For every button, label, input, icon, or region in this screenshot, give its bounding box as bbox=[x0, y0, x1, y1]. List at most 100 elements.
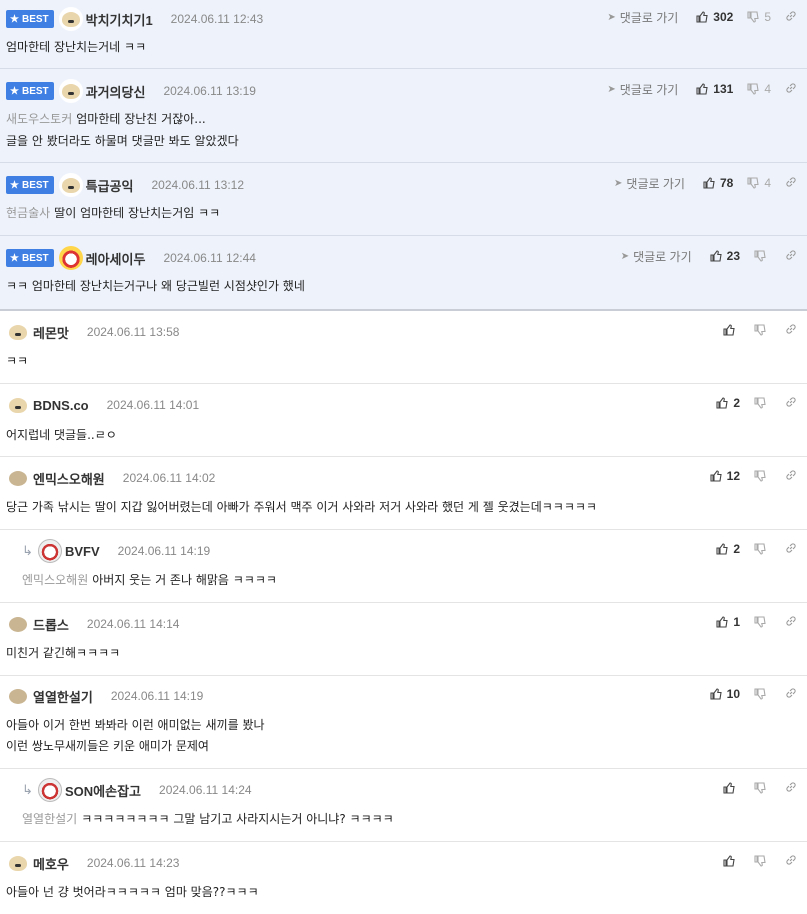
downvote-button[interactable] bbox=[754, 324, 771, 336]
comment-date: 2024.06.11 13:58 bbox=[86, 325, 180, 339]
go-to-reply-link[interactable]: ➤ 댓글로 가기 bbox=[607, 81, 678, 98]
nickname[interactable]: 특급공익 bbox=[86, 176, 134, 195]
downvote-button[interactable]: 4 bbox=[747, 82, 771, 96]
avatar[interactable] bbox=[6, 851, 30, 875]
comment-date: 2024.06.11 14:24 bbox=[159, 783, 252, 797]
upvote-button[interactable]: 131 bbox=[696, 82, 733, 96]
upvote-button[interactable]: 23 bbox=[710, 249, 740, 263]
mention-tag[interactable]: 새도우스토커 bbox=[6, 112, 72, 126]
nickname[interactable]: 레아세이두 bbox=[86, 249, 146, 268]
upvote-button[interactable]: 2 bbox=[716, 396, 740, 410]
upvote-button[interactable]: 10 bbox=[710, 687, 740, 701]
link-icon[interactable] bbox=[785, 82, 797, 97]
thumbs-up-icon bbox=[696, 83, 708, 95]
go-to-reply-link[interactable]: ➤ 댓글로 가기 bbox=[621, 248, 692, 265]
thumbs-up-icon bbox=[723, 324, 735, 336]
downvote-button[interactable] bbox=[754, 855, 771, 867]
upvote-button[interactable] bbox=[723, 855, 740, 867]
downvote-button[interactable]: 5 bbox=[747, 10, 771, 24]
link-icon[interactable] bbox=[785, 469, 797, 484]
upvote-button[interactable]: 12 bbox=[710, 469, 740, 483]
link-icon[interactable] bbox=[785, 323, 797, 338]
downvote-button[interactable] bbox=[754, 688, 771, 700]
avatar[interactable] bbox=[38, 539, 62, 563]
nickname[interactable]: 엔믹스오해원 bbox=[33, 469, 105, 488]
comment-text: 아들아 넌 걍 벗어라ㅋㅋㅋㅋㅋ 엄마 맞음??ㅋㅋㅋ bbox=[6, 885, 259, 899]
downvote-button[interactable] bbox=[754, 397, 771, 409]
comment-date: 2024.06.11 14:19 bbox=[110, 689, 204, 703]
thumbs-down-icon bbox=[747, 83, 759, 95]
avatar[interactable] bbox=[38, 778, 62, 802]
link-icon[interactable] bbox=[785, 781, 797, 796]
upvote-button[interactable] bbox=[723, 324, 740, 336]
mention-tag[interactable]: 열열한설기 bbox=[22, 812, 77, 826]
comment: 열열한설기 2024.06.11 14:19 10 아들아 이거 한번 봐봐라 … bbox=[0, 676, 807, 769]
avatar[interactable] bbox=[58, 7, 83, 31]
avatar[interactable] bbox=[58, 173, 83, 197]
downvote-button[interactable] bbox=[754, 616, 771, 628]
best-badge: ★ BEST bbox=[6, 176, 54, 194]
thumbs-up-icon bbox=[710, 470, 722, 482]
link-icon[interactable] bbox=[785, 396, 797, 411]
link-icon[interactable] bbox=[785, 615, 797, 630]
upvote-button[interactable]: 1 bbox=[716, 615, 740, 629]
link-icon[interactable] bbox=[785, 687, 797, 702]
comment-text-line2: 이런 쌍노무새끼들은 키운 애미가 문제여 bbox=[6, 739, 209, 753]
comment-date: 2024.06.11 14:01 bbox=[106, 398, 200, 412]
avatar[interactable] bbox=[6, 466, 30, 490]
downvote-button[interactable] bbox=[754, 543, 771, 555]
thumbs-down-icon bbox=[747, 11, 759, 23]
star-icon: ★ bbox=[10, 85, 19, 97]
best-comment: ★ BEST 과거의당신 2024.06.11 13:19 ➤ 댓글로 가기 131… bbox=[0, 69, 807, 163]
send-icon: ➤ bbox=[607, 83, 616, 95]
avatar[interactable] bbox=[6, 320, 30, 344]
nickname[interactable]: 과거의당신 bbox=[86, 82, 146, 101]
best-badge: ★ BEST bbox=[6, 10, 54, 28]
downvote-button[interactable] bbox=[754, 250, 771, 262]
comment-text: 엔믹스오해원 아버지 웃는 거 존나 해맑음 ㅋㅋㅋㅋ bbox=[22, 573, 277, 587]
nickname[interactable]: 열열한설기 bbox=[33, 687, 93, 706]
comment-date: 2024.06.11 14:14 bbox=[86, 617, 180, 631]
nickname[interactable]: 드롭스 bbox=[33, 615, 69, 634]
link-icon[interactable] bbox=[785, 854, 797, 869]
best-badge: ★ BEST bbox=[6, 249, 54, 267]
comment-text: 현금술사 딸이 엄마한테 장난치는거임 ㅋㅋ bbox=[6, 206, 221, 220]
link-icon[interactable] bbox=[785, 249, 797, 264]
thumbs-down-icon bbox=[754, 470, 766, 482]
nickname[interactable]: BDNS.co bbox=[33, 398, 89, 413]
thumbs-up-icon bbox=[703, 177, 715, 189]
mention-tag[interactable]: 현금술사 bbox=[6, 206, 50, 220]
avatar[interactable] bbox=[6, 393, 30, 417]
link-icon[interactable] bbox=[785, 542, 797, 557]
thumbs-up-icon bbox=[723, 782, 735, 794]
upvote-button[interactable]: 302 bbox=[696, 10, 733, 24]
upvote-button[interactable] bbox=[723, 782, 740, 794]
comment: 엔믹스오해원 2024.06.11 14:02 12 당근 가족 낚시는 딸이 … bbox=[0, 457, 807, 530]
nickname[interactable]: SON에손잡고 bbox=[65, 781, 141, 800]
nickname[interactable]: BVFV bbox=[65, 544, 100, 559]
comment-text: 엄마한테 장난치는거네 ㅋㅋ bbox=[6, 40, 147, 54]
downvote-button[interactable] bbox=[754, 782, 771, 794]
go-to-reply-link[interactable]: ➤ 댓글로 가기 bbox=[614, 175, 685, 192]
best-comment: ★ BEST 레아세이두 2024.06.11 12:44 ➤ 댓글로 가기 23 … bbox=[0, 236, 807, 311]
avatar[interactable] bbox=[58, 246, 83, 270]
avatar[interactable] bbox=[58, 79, 83, 103]
best-comment: ★ BEST 박치기치기1 2024.06.11 12:43 ➤ 댓글로 가기 30… bbox=[0, 0, 807, 69]
thumbs-down-icon bbox=[754, 855, 766, 867]
avatar[interactable] bbox=[6, 612, 30, 636]
mention-tag[interactable]: 엔믹스오해원 bbox=[22, 573, 88, 587]
link-icon[interactable] bbox=[785, 176, 797, 191]
upvote-button[interactable]: 78 bbox=[703, 176, 733, 190]
nickname[interactable]: 박치기치기1 bbox=[86, 10, 153, 29]
avatar[interactable] bbox=[6, 684, 30, 708]
nickname[interactable]: 레몬맛 bbox=[33, 323, 69, 342]
best-badge: ★ BEST bbox=[6, 82, 54, 100]
downvote-button[interactable]: 4 bbox=[747, 176, 771, 190]
comment: BDNS.co 2024.06.11 14:01 2 어지럽네 댓글들..ㄹㅇ bbox=[0, 384, 807, 457]
downvote-button[interactable] bbox=[754, 470, 771, 482]
nickname[interactable]: 메호우 bbox=[33, 854, 69, 873]
link-icon[interactable] bbox=[785, 10, 797, 25]
upvote-button[interactable]: 2 bbox=[716, 542, 740, 556]
go-to-reply-link[interactable]: ➤ 댓글로 가기 bbox=[607, 9, 678, 26]
thumbs-down-icon bbox=[747, 177, 759, 189]
